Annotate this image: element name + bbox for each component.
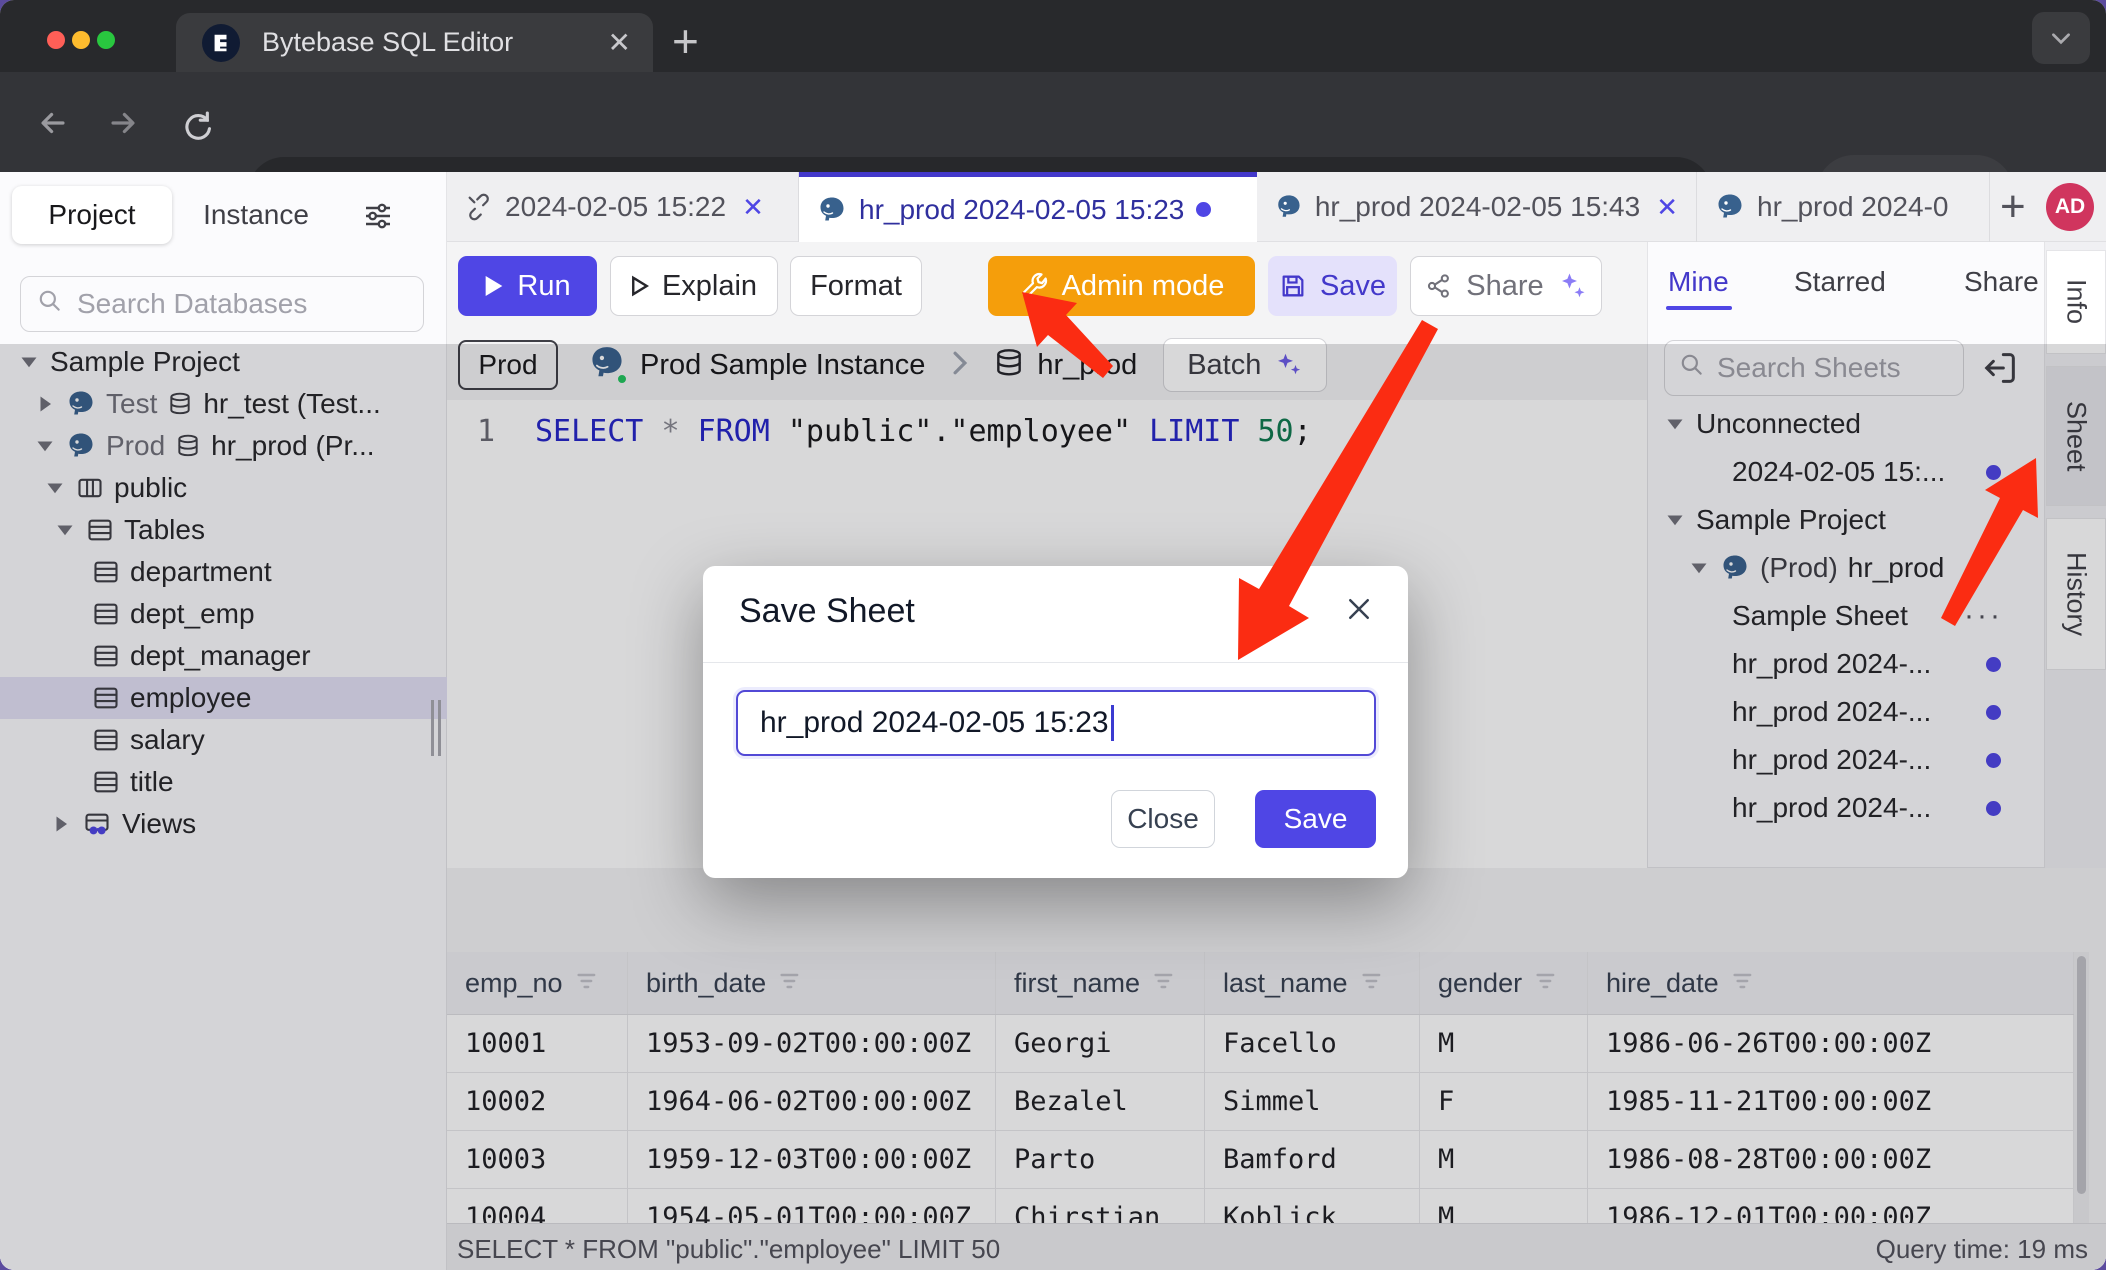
explain-button[interactable]: Explain xyxy=(610,256,778,316)
save-floppy-icon xyxy=(1279,272,1307,300)
share-button[interactable]: Share xyxy=(1410,256,1602,316)
run-button[interactable]: Run xyxy=(458,256,597,316)
sheet-tab-label: hr_prod 2024-0 xyxy=(1757,191,1948,223)
browser-window: Bytebase SQL Editor ✕ + localhost:8080/s… xyxy=(0,0,2106,1270)
format-button[interactable]: Format xyxy=(790,256,922,316)
forward-icon[interactable] xyxy=(104,106,142,145)
reload-icon[interactable] xyxy=(178,106,214,145)
text-cursor xyxy=(1111,705,1114,741)
active-tab-underline xyxy=(1666,306,1732,310)
tab-starred[interactable]: Starred xyxy=(1794,266,1886,298)
play-outline-icon xyxy=(631,275,649,297)
bytebase-favicon xyxy=(202,24,240,62)
search-databases-input[interactable]: Search Databases xyxy=(20,276,424,332)
close-sheet-tab-icon[interactable]: ✕ xyxy=(742,192,764,223)
new-sheet-tab-button[interactable]: + xyxy=(2000,182,2026,232)
save-button[interactable]: Save xyxy=(1268,256,1397,316)
dialog-save-button[interactable]: Save xyxy=(1255,790,1376,848)
sheet-tab-label: 2024-02-05 15:22 xyxy=(505,191,726,223)
sheet-tabbar: 2024-02-05 15:22 ✕ hr_prod 2024-02-05 15:2… xyxy=(447,172,2106,242)
editor-toolbar: Run Explain Format Admin mode Save S xyxy=(447,242,1647,330)
zoom-window-button[interactable] xyxy=(97,31,115,49)
dialog-divider xyxy=(703,662,1408,663)
close-sheet-tab-icon[interactable]: ✕ xyxy=(1656,192,1678,223)
close-window-button[interactable] xyxy=(47,31,65,49)
browser-chrome: Bytebase SQL Editor ✕ + localhost:8080/s… xyxy=(0,0,2106,172)
close-tab-icon[interactable]: ✕ xyxy=(608,26,631,59)
avatar[interactable]: AD xyxy=(2046,183,2094,231)
browser-toolbar: localhost:8080/sql-editor/prod-sample-in… xyxy=(0,72,2106,172)
tab-mine[interactable]: Mine xyxy=(1668,266,1729,298)
new-tab-button[interactable]: + xyxy=(672,14,699,68)
browser-tab[interactable]: Bytebase SQL Editor ✕ xyxy=(176,13,653,72)
filter-sliders-icon[interactable] xyxy=(360,200,396,237)
sheet-tab-label: hr_prod 2024-02-05 15:23 xyxy=(859,194,1184,226)
side-tab-info[interactable]: Info xyxy=(2046,250,2106,354)
sheet-tab-3[interactable]: hr_prod 2024-0 xyxy=(1697,172,1990,242)
tab-search-chevron[interactable] xyxy=(2032,12,2090,64)
dialog-close-button[interactable]: Close xyxy=(1111,790,1215,848)
share-icon xyxy=(1425,272,1453,300)
tab-share[interactable]: Share xyxy=(1964,266,2039,298)
sheet-name-input[interactable]: hr_prod 2024-02-05 15:23 xyxy=(736,690,1376,756)
unsaved-dot xyxy=(1196,202,1211,217)
search-databases-placeholder: Search Databases xyxy=(77,288,307,320)
ai-sparkles-icon xyxy=(1557,271,1587,301)
dialog-close-icon[interactable] xyxy=(1344,594,1374,629)
save-sheet-dialog: Save Sheet hr_prod 2024-02-05 15:23 Clos… xyxy=(703,566,1408,878)
dialog-title: Save Sheet xyxy=(739,592,915,631)
sheet-tab-1[interactable]: hr_prod 2024-02-05 15:23 xyxy=(799,172,1257,242)
tab-instance[interactable]: Instance xyxy=(196,186,316,244)
back-icon[interactable] xyxy=(34,106,72,145)
play-icon xyxy=(484,274,504,298)
wrench-icon xyxy=(1019,271,1049,301)
sheet-tab-label: hr_prod 2024-02-05 15:43 xyxy=(1315,191,1640,223)
browser-tab-title: Bytebase SQL Editor xyxy=(262,27,513,58)
search-icon xyxy=(37,288,63,321)
sheet-tab-2[interactable]: hr_prod 2024-02-05 15:43 ✕ xyxy=(1257,172,1697,242)
tab-project[interactable]: Project xyxy=(12,186,172,244)
sheet-tab-0[interactable]: 2024-02-05 15:22 ✕ xyxy=(447,172,799,242)
admin-mode-button[interactable]: Admin mode xyxy=(988,256,1255,316)
minimize-window-button[interactable] xyxy=(72,31,90,49)
